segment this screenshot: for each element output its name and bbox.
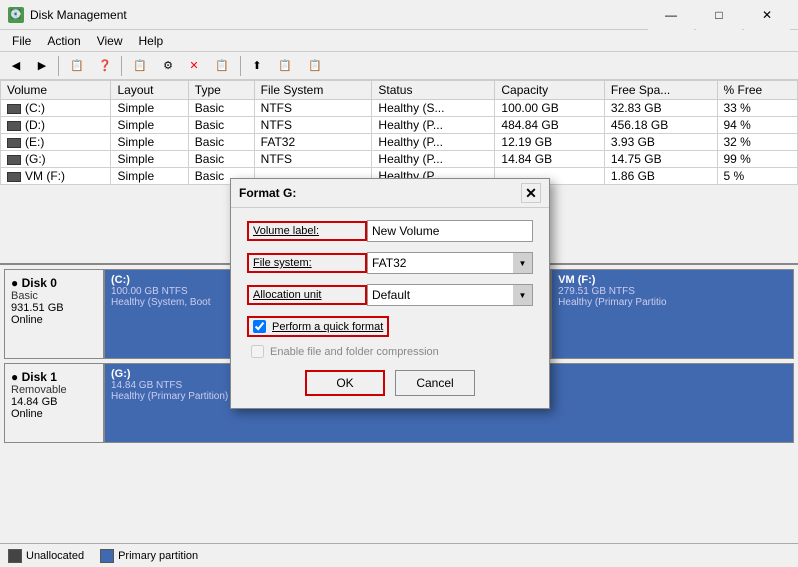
- volume-label-label: Volume label:: [247, 221, 367, 241]
- volume-label-input[interactable]: [367, 220, 533, 242]
- compression-row: Enable file and folder compression: [247, 345, 533, 358]
- quick-format-checkbox[interactable]: [253, 320, 266, 333]
- allocation-unit-row: Allocation unit Default 512 1024 2048 40…: [247, 284, 533, 306]
- dialog-close-button[interactable]: ✕: [521, 183, 541, 203]
- dialog-buttons: OK Cancel: [247, 370, 533, 396]
- quick-format-label[interactable]: Perform a quick format: [272, 321, 383, 333]
- file-system-row: File system: FAT32 NTFS exFAT ▼: [247, 252, 533, 274]
- quick-format-row: Perform a quick format: [247, 316, 389, 337]
- compression-label: Enable file and folder compression: [270, 346, 439, 358]
- cancel-button[interactable]: Cancel: [395, 370, 475, 396]
- format-dialog: Format G: ✕ Volume label: File system: F…: [230, 178, 550, 409]
- dialog-titlebar: Format G: ✕: [231, 179, 549, 208]
- file-system-label: File system:: [247, 253, 367, 273]
- file-system-select-wrapper: FAT32 NTFS exFAT ▼: [367, 252, 533, 274]
- volume-label-row: Volume label:: [247, 220, 533, 242]
- allocation-unit-select-wrapper: Default 512 1024 2048 4096 ▼: [367, 284, 533, 306]
- dialog-body: Volume label: File system: FAT32 NTFS ex…: [231, 208, 549, 408]
- compression-checkbox[interactable]: [251, 345, 264, 358]
- modal-overlay: Format G: ✕ Volume label: File system: F…: [0, 0, 798, 567]
- allocation-unit-select[interactable]: Default 512 1024 2048 4096: [367, 284, 533, 306]
- file-system-select[interactable]: FAT32 NTFS exFAT: [367, 252, 533, 274]
- allocation-unit-label: Allocation unit: [247, 285, 367, 305]
- ok-button[interactable]: OK: [305, 370, 385, 396]
- dialog-title: Format G:: [239, 186, 296, 200]
